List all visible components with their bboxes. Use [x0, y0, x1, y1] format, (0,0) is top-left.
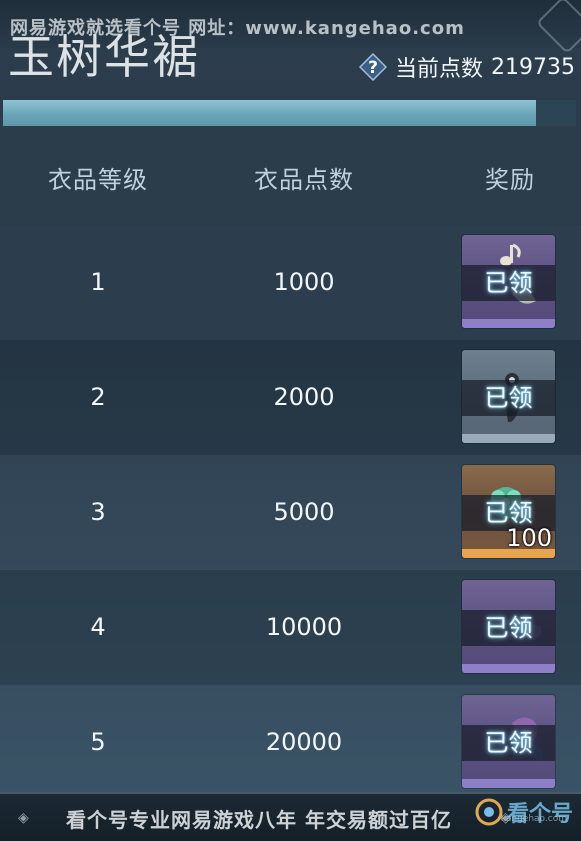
diamond-ornament-icon: ◈: [18, 810, 29, 826]
tier-points: 2000: [273, 383, 335, 411]
logo-url: kangehao.com: [500, 814, 567, 824]
column-header-reward: 奖励: [485, 166, 535, 194]
reward-slot[interactable]: 已领: [462, 695, 555, 788]
question-diamond-icon[interactable]: ?: [359, 53, 387, 81]
logo-icon: [475, 798, 503, 826]
table-row: 5 20000 已领: [0, 685, 581, 800]
table-row: 4 10000 已领: [0, 570, 581, 685]
corner-ornament-icon: [536, 0, 581, 54]
claimed-label: 已领: [484, 269, 533, 297]
progress-bar: [3, 100, 576, 126]
tier-points: 10000: [265, 613, 343, 641]
points-label: 当前点数: [395, 57, 484, 82]
points-value: 219735: [491, 54, 575, 80]
page-title: 玉树华裾: [8, 30, 200, 84]
watermark-bottom-text: 看个号专业网易游戏八年 年交易额过百亿: [66, 808, 452, 832]
tier-points: 20000: [265, 728, 343, 756]
reward-slot[interactable]: 已领: [462, 580, 555, 673]
claimed-label: 已领: [484, 614, 533, 642]
table-row: 2 2000 已领: [0, 340, 581, 455]
tier-level: 5: [90, 728, 106, 756]
tier-level: 4: [90, 613, 106, 641]
tier-level: 2: [90, 383, 106, 411]
reward-slot[interactable]: 已领: [462, 235, 555, 328]
progress-fill: [3, 100, 536, 126]
tier-points: 1000: [273, 268, 335, 296]
tier-level: 3: [90, 498, 106, 526]
tier-table: 1 1000 已领 2 2000 已领 3 5000 已领 100 4 1000…: [0, 225, 581, 800]
column-header-level: 衣品等级: [48, 166, 148, 194]
tier-level: 1: [90, 268, 106, 296]
claimed-label: 已领: [484, 729, 533, 757]
site-logo: 看个号: [474, 794, 573, 830]
tier-points: 5000: [273, 498, 335, 526]
svg-text:?: ?: [368, 58, 378, 78]
reward-slot[interactable]: 已领 100: [462, 465, 555, 558]
table-row: 3 5000 已领 100: [0, 455, 581, 570]
reward-quantity: 100: [506, 524, 552, 552]
reward-slot[interactable]: 已领: [462, 350, 555, 443]
claimed-label: 已领: [484, 384, 533, 412]
footer-banner: ◈ 看个号专业网易游戏八年 年交易额过百亿 ◈ 看个号: [0, 792, 581, 841]
column-header-points: 衣品点数: [254, 166, 354, 194]
table-row: 1 1000 已领: [0, 225, 581, 340]
points-display: ? 当前点数 219735: [359, 50, 575, 84]
